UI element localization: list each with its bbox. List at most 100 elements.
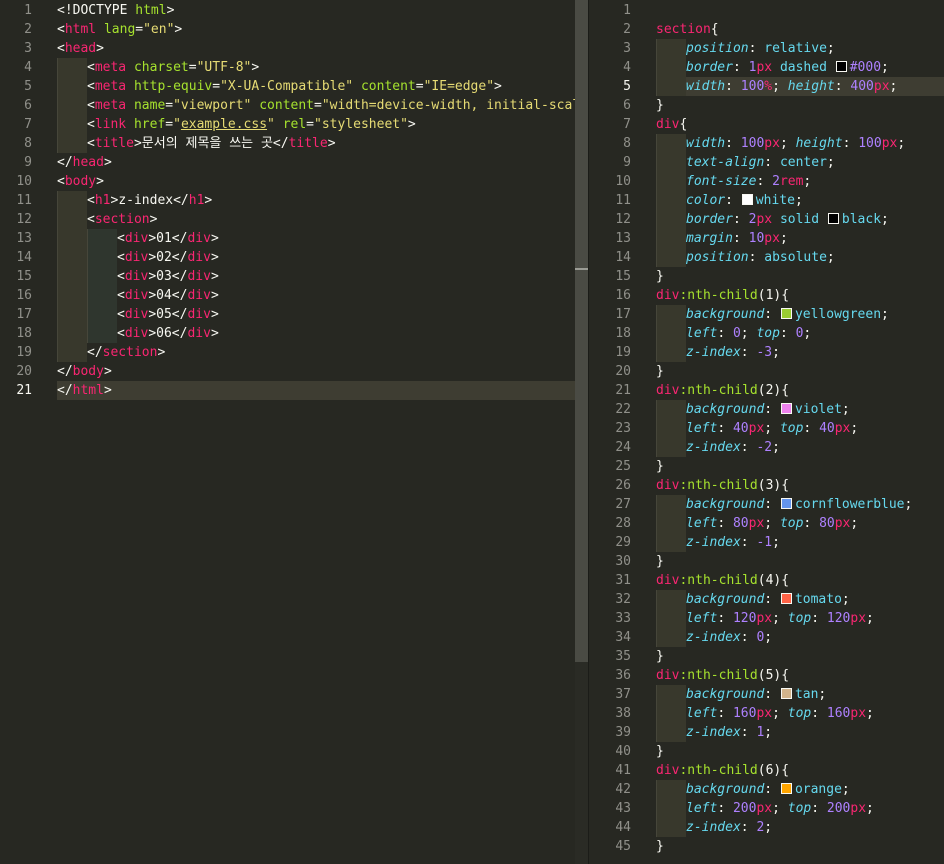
- indent-guide: [57, 77, 87, 96]
- code-line[interactable]: <div>02</div>: [57, 248, 575, 267]
- code-line[interactable]: left: 160px; top: 160px;: [656, 704, 944, 723]
- code-line[interactable]: </body>: [57, 362, 575, 381]
- code-token: :nth-child: [679, 478, 758, 493]
- color-swatch-icon[interactable]: [780, 783, 792, 794]
- code-line[interactable]: div:nth-child(3){: [656, 476, 944, 495]
- code-line[interactable]: background: tan;: [656, 685, 944, 704]
- code-line[interactable]: background: violet;: [656, 400, 944, 419]
- scrollbar-thumb[interactable]: [575, 0, 588, 662]
- code-line[interactable]: [656, 1, 944, 20]
- code-line[interactable]: color: white;: [656, 191, 944, 210]
- indent-guide: [656, 628, 686, 647]
- color-swatch-icon[interactable]: [741, 194, 753, 205]
- code-line[interactable]: <div>06</div>: [57, 324, 575, 343]
- code-token: >04: [148, 288, 172, 303]
- code-line[interactable]: <div>05</div>: [57, 305, 575, 324]
- code-line[interactable]: z-index: -2;: [656, 438, 944, 457]
- code-line[interactable]: text-align: center;: [656, 153, 944, 172]
- code-line[interactable]: <h1>z-index</h1>: [57, 191, 575, 210]
- code-token: :: [717, 516, 733, 531]
- code-token: left: [686, 326, 718, 341]
- vertical-scrollbar[interactable]: [575, 0, 588, 864]
- code-line[interactable]: }: [656, 267, 944, 286]
- code-line[interactable]: z-index: -1;: [656, 533, 944, 552]
- code-token: ;: [881, 60, 889, 75]
- code-line[interactable]: }: [656, 647, 944, 666]
- code-line[interactable]: <div>01</div>: [57, 229, 575, 248]
- code-token: </: [57, 155, 73, 170]
- code-line[interactable]: left: 120px; top: 120px;: [656, 609, 944, 628]
- code-line[interactable]: width: 100%; height: 400px;: [656, 77, 944, 96]
- code-line[interactable]: <section>: [57, 210, 575, 229]
- code-line[interactable]: }: [656, 96, 944, 115]
- code-line[interactable]: </section>: [57, 343, 575, 362]
- code-line[interactable]: div{: [656, 115, 944, 134]
- code-line[interactable]: background: cornflowerblue;: [656, 495, 944, 514]
- code-line[interactable]: left: 80px; top: 80px;: [656, 514, 944, 533]
- code-token: tomato: [794, 592, 842, 607]
- code-line[interactable]: z-index: 1;: [656, 723, 944, 742]
- code-line[interactable]: <meta http-equiv="X-UA-Compatible" conte…: [57, 77, 575, 96]
- code-line[interactable]: }: [656, 742, 944, 761]
- code-line[interactable]: background: yellowgreen;: [656, 305, 944, 324]
- code-line[interactable]: <html lang="en">: [57, 20, 575, 39]
- code-line[interactable]: <meta charset="UTF-8">: [57, 58, 575, 77]
- color-swatch-icon[interactable]: [780, 403, 792, 414]
- code-line[interactable]: <div>04</div>: [57, 286, 575, 305]
- code-line[interactable]: div:nth-child(6){: [656, 761, 944, 780]
- code-token: ;: [803, 326, 812, 341]
- code-line[interactable]: }: [656, 837, 944, 856]
- code-line[interactable]: position: relative;: [656, 39, 944, 58]
- code-line[interactable]: background: tomato;: [656, 590, 944, 609]
- code-line[interactable]: </head>: [57, 153, 575, 172]
- code-line[interactable]: <meta name="viewport" content="width=dev…: [57, 96, 575, 115]
- code-line[interactable]: }: [656, 457, 944, 476]
- code-token: top: [779, 516, 804, 531]
- css-editor-pane[interactable]: 1 2 3 4 5 6 7 8 9 10 11 12 13 14 15 16 17 18 19 20 21 22 23 24 2…: [589, 0, 944, 864]
- code-line[interactable]: position: absolute;: [656, 248, 944, 267]
- code-token: absolute: [764, 250, 827, 265]
- code-line[interactable]: <!DOCTYPE html>: [57, 1, 575, 20]
- code-line[interactable]: section{: [656, 20, 944, 39]
- code-line[interactable]: left: 0; top: 0;: [656, 324, 944, 343]
- code-line[interactable]: background: orange;: [656, 780, 944, 799]
- code-token: 0: [732, 326, 741, 341]
- code-line[interactable]: <link href="example.css" rel="stylesheet…: [57, 115, 575, 134]
- code-line[interactable]: div:nth-child(5){: [656, 666, 944, 685]
- code-line[interactable]: <head>: [57, 39, 575, 58]
- code-line[interactable]: margin: 10px;: [656, 229, 944, 248]
- html-editor-pane[interactable]: 1 2 3 4 5 6 7 8 9 10 11 12 13 14 15 16 17 18 19 20 21 <!DOCT…: [0, 0, 588, 864]
- code-line[interactable]: left: 40px; top: 40px;: [656, 419, 944, 438]
- code-line[interactable]: width: 100px; height: 100px;: [656, 134, 944, 153]
- code-line[interactable]: left: 200px; top: 200px;: [656, 799, 944, 818]
- code-line[interactable]: }: [656, 552, 944, 571]
- color-swatch-icon[interactable]: [780, 308, 792, 319]
- code-line[interactable]: div:nth-child(4){: [656, 571, 944, 590]
- code-line[interactable]: z-index: 2;: [656, 818, 944, 837]
- color-swatch-icon[interactable]: [827, 213, 839, 224]
- code-line[interactable]: border: 1px dashed #000;: [656, 58, 944, 77]
- line-number: 30: [615, 554, 631, 569]
- code-token: %: [764, 79, 773, 94]
- code-line[interactable]: div:nth-child(2){: [656, 381, 944, 400]
- code-line[interactable]: border: 2px solid black;: [656, 210, 944, 229]
- code-line[interactable]: </html>: [57, 381, 575, 400]
- code-line[interactable]: <body>: [57, 172, 575, 191]
- code-token: >: [210, 288, 219, 303]
- line-number: 9: [24, 155, 32, 170]
- code-line[interactable]: z-index: -3;: [656, 343, 944, 362]
- color-swatch-icon[interactable]: [780, 688, 792, 699]
- code-token: <: [87, 79, 95, 94]
- color-swatch-icon[interactable]: [835, 61, 847, 72]
- code-token: >01: [148, 231, 172, 246]
- color-swatch-icon[interactable]: [780, 593, 792, 604]
- code-line[interactable]: div:nth-child(1){: [656, 286, 944, 305]
- code-line[interactable]: }: [656, 362, 944, 381]
- code-line[interactable]: <title>문서의 제목을 쓰는 곳</title>: [57, 134, 575, 153]
- code-line[interactable]: z-index: 0;: [656, 628, 944, 647]
- code-line[interactable]: font-size: 2rem;: [656, 172, 944, 191]
- code-token: px: [756, 706, 773, 721]
- color-swatch-icon[interactable]: [780, 498, 792, 509]
- code-line[interactable]: <div>03</div>: [57, 267, 575, 286]
- indent-guide: [87, 248, 117, 267]
